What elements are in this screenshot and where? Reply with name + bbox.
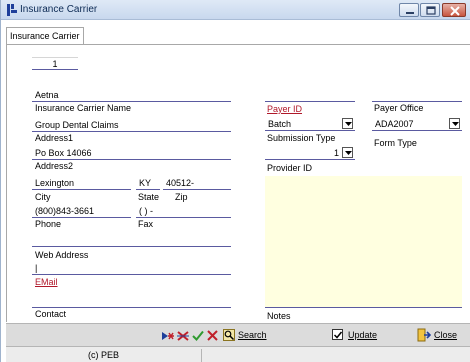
address1-input[interactable]: Group Dental Claims	[32, 119, 231, 132]
address1-label: Address1	[35, 133, 74, 143]
submission-type-label: Submission Type	[267, 133, 336, 143]
email-input[interactable]: |	[32, 262, 231, 275]
close-window-button[interactable]	[442, 3, 466, 17]
chevron-down-icon	[345, 122, 352, 126]
payer-id-input[interactable]	[265, 89, 355, 102]
form-type-dropdown-button[interactable]	[449, 118, 460, 129]
city-input[interactable]: Lexington	[32, 177, 131, 190]
notes-textarea[interactable]	[265, 176, 462, 308]
web-address-label: Web Address	[35, 250, 89, 260]
state-label: State	[138, 192, 160, 202]
provider-id-dropdown-button[interactable]	[342, 147, 353, 158]
submission-type-dropdown-button[interactable]	[342, 118, 353, 129]
search-icon	[223, 329, 235, 341]
maximize-icon	[426, 6, 436, 15]
cancel-x-icon[interactable]	[207, 330, 218, 341]
app-icon	[7, 4, 17, 16]
payer-office-label: Payer Office	[374, 103, 424, 113]
tab-panel-border	[6, 44, 7, 322]
search-label: Search	[238, 330, 267, 340]
tab-divider	[6, 44, 470, 45]
status-bar: (c) PEB	[6, 346, 470, 362]
contact-label: Contact	[35, 309, 67, 319]
new-record-icon[interactable]	[162, 331, 174, 341]
bottom-toolbar: Search Update Close	[6, 323, 470, 346]
exit-door-icon	[417, 328, 431, 342]
carrier-name-label: Insurance Carrier Name	[35, 103, 132, 113]
chevron-down-icon	[452, 122, 459, 126]
minimize-icon	[406, 12, 414, 14]
update-checkbox-box[interactable]	[332, 329, 343, 340]
save-check-icon[interactable]	[192, 330, 204, 341]
state-input[interactable]: KY	[136, 177, 160, 190]
contact-input[interactable]	[32, 295, 231, 308]
record-number[interactable]: 1	[32, 57, 78, 70]
maximize-button[interactable]	[420, 3, 440, 17]
close-button[interactable]: Close	[417, 328, 465, 342]
close-label: Close	[434, 330, 458, 340]
window-title: Insurance Carrier	[20, 4, 98, 15]
fax-label: Fax	[138, 219, 154, 229]
address2-label: Address2	[35, 161, 74, 171]
phone-input[interactable]: (800)843-3661	[32, 205, 131, 218]
payer-office-input[interactable]	[372, 89, 462, 102]
zip-label: Zip	[175, 192, 188, 202]
payer-id-label: Payer ID	[267, 104, 303, 114]
search-button[interactable]: Search	[223, 329, 285, 342]
chevron-down-icon	[345, 151, 352, 155]
address2-input[interactable]: Po Box 14066	[32, 147, 231, 160]
zip-input[interactable]: 40512-	[163, 177, 231, 190]
tab-insurance-carrier[interactable]: Insurance Carrier	[6, 27, 84, 44]
close-icon	[450, 6, 460, 16]
minimize-button[interactable]	[399, 3, 419, 17]
title-bar[interactable]: Insurance Carrier	[1, 0, 470, 20]
carrier-name-input[interactable]: Aetna	[32, 89, 231, 102]
delete-record-icon[interactable]	[177, 331, 189, 341]
update-label: Update	[348, 330, 378, 340]
email-label: EMail	[35, 277, 58, 287]
provider-id-label: Provider ID	[267, 163, 313, 173]
fax-input[interactable]: ( ) -	[136, 205, 231, 218]
checkmark-icon	[334, 331, 342, 339]
status-copyright: (c) PEB	[6, 349, 202, 362]
web-address-input[interactable]	[32, 234, 231, 247]
phone-label: Phone	[35, 219, 62, 229]
form-type-label: Form Type	[374, 138, 417, 148]
update-checkbox[interactable]: Update	[332, 329, 402, 342]
insurance-carrier-window: Insurance Carrier Insurance Carrier 1 Ae…	[0, 0, 470, 362]
city-label: City	[35, 192, 51, 202]
notes-label: Notes	[267, 311, 291, 321]
